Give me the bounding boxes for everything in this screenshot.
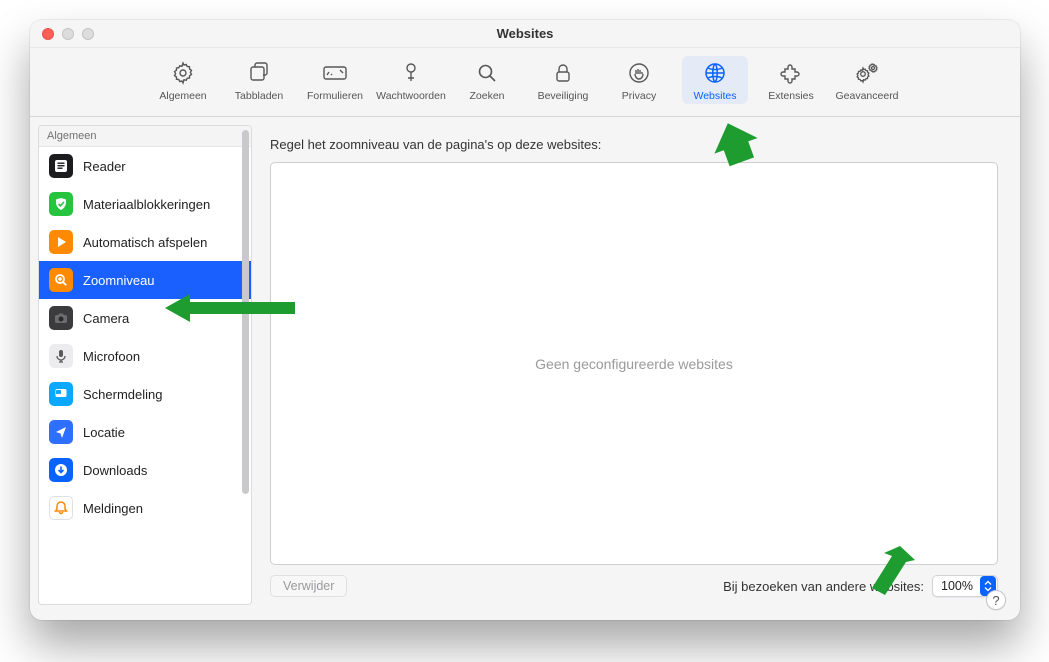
sidebar-item-label: Downloads — [83, 463, 147, 478]
panel-footer: Verwijder Bij bezoeken van andere websit… — [270, 575, 998, 597]
sidebar-item-label: Reader — [83, 159, 126, 174]
toolbar-label: Beveiliging — [538, 90, 589, 102]
hand-icon — [626, 60, 652, 86]
screenshare-icon — [49, 382, 73, 406]
toolbar-item-wachtwoorden[interactable]: Wachtwoorden — [378, 56, 444, 104]
content-area: Algemeen Reader Materiaalblokkeringen — [30, 117, 1020, 613]
toolbar-item-formulieren[interactable]: Formulieren — [302, 56, 368, 104]
sidebar-item-reader[interactable]: Reader — [39, 147, 251, 185]
sidebar-item-label: Locatie — [83, 425, 125, 440]
preferences-window: Websites Algemeen Tabbladen Formulieren — [30, 20, 1020, 620]
zoom-icon — [49, 268, 73, 292]
toolbar-label: Formulieren — [307, 90, 363, 102]
tabs-icon — [246, 60, 272, 86]
sidebar-item-downloads[interactable]: Downloads — [39, 451, 251, 489]
toolbar-label: Tabbladen — [235, 90, 283, 102]
toolbar-label: Zoeken — [469, 90, 504, 102]
camera-icon — [49, 306, 73, 330]
toolbar-item-tabbladen[interactable]: Tabbladen — [226, 56, 292, 104]
sidebar-item-camera[interactable]: Camera — [39, 299, 251, 337]
toolbar-label: Algemeen — [159, 90, 206, 102]
sidebar-item-label: Schermdeling — [83, 387, 163, 402]
reader-icon — [49, 154, 73, 178]
sidebar-item-microfoon[interactable]: Microfoon — [39, 337, 251, 375]
search-icon — [474, 60, 500, 86]
help-glyph: ? — [992, 593, 999, 608]
lock-icon — [550, 60, 576, 86]
sidebar-section-header: Algemeen — [39, 126, 251, 147]
sidebar-item-label: Meldingen — [83, 501, 143, 516]
remove-button[interactable]: Verwijder — [270, 575, 347, 597]
sidebar-item-zoomniveau[interactable]: Zoomniveau — [39, 261, 251, 299]
main-panel: Regel het zoomniveau van de pagina's op … — [252, 117, 1020, 613]
toolbar-item-extensies[interactable]: Extensies — [758, 56, 824, 104]
toolbar-item-algemeen[interactable]: Algemeen — [150, 56, 216, 104]
sidebar-item-label: Camera — [83, 311, 129, 326]
puzzle-icon — [778, 60, 804, 86]
sidebar-item-label: Microfoon — [83, 349, 140, 364]
sidebar-item-label: Automatisch afspelen — [83, 235, 207, 250]
sidebar-item-meldingen[interactable]: Meldingen — [39, 489, 251, 527]
sidebar-list-container: Algemeen Reader Materiaalblokkeringen — [38, 125, 252, 605]
toolbar-label: Privacy — [622, 90, 656, 102]
help-button[interactable]: ? — [986, 590, 1006, 610]
other-websites-label: Bij bezoeken van andere websites: — [723, 579, 924, 594]
sidebar-scrollbar[interactable] — [242, 130, 249, 494]
gears-icon — [854, 60, 880, 86]
autofill-icon — [322, 60, 348, 86]
toolbar-label: Geavanceerd — [835, 90, 898, 102]
download-icon — [49, 458, 73, 482]
toolbar-label: Wachtwoorden — [376, 90, 446, 102]
shield-icon — [49, 192, 73, 216]
titlebar: Websites — [30, 20, 1020, 48]
toolbar-item-zoeken[interactable]: Zoeken — [454, 56, 520, 104]
toolbar-label: Websites — [694, 90, 737, 102]
toolbar-label: Extensies — [768, 90, 814, 102]
panel-header: Regel het zoomniveau van de pagina's op … — [270, 137, 998, 152]
toolbar-item-beveiliging[interactable]: Beveiliging — [530, 56, 596, 104]
key-icon — [398, 60, 424, 86]
configured-websites-list[interactable]: Geen geconfigureerde websites — [270, 162, 998, 565]
toolbar-item-websites[interactable]: Websites — [682, 56, 748, 104]
toolbar-item-privacy[interactable]: Privacy — [606, 56, 672, 104]
sidebar-item-label: Zoomniveau — [83, 273, 155, 288]
bell-icon — [49, 496, 73, 520]
zoom-level-value: 100% — [933, 579, 979, 593]
default-zoom-control: Bij bezoeken van andere websites: 100% — [723, 575, 998, 597]
sidebar-list: Reader Materiaalblokkeringen Automatisch… — [39, 147, 251, 527]
gear-icon — [170, 60, 196, 86]
sidebar-item-label: Materiaalblokkeringen — [83, 197, 210, 212]
sidebar-item-schermdeling[interactable]: Schermdeling — [39, 375, 251, 413]
globe-icon — [702, 60, 728, 86]
toolbar-item-geavanceerd[interactable]: Geavanceerd — [834, 56, 900, 104]
play-icon — [49, 230, 73, 254]
empty-state-text: Geen geconfigureerde websites — [535, 356, 733, 372]
location-icon — [49, 420, 73, 444]
preferences-toolbar: Algemeen Tabbladen Formulieren Wachtwoor… — [30, 48, 1020, 117]
sidebar-item-locatie[interactable]: Locatie — [39, 413, 251, 451]
sidebar-item-automatisch-afspelen[interactable]: Automatisch afspelen — [39, 223, 251, 261]
sidebar: Algemeen Reader Materiaalblokkeringen — [30, 117, 252, 613]
window-title: Websites — [30, 26, 1020, 41]
microphone-icon — [49, 344, 73, 368]
sidebar-item-materiaalblokkeringen[interactable]: Materiaalblokkeringen — [39, 185, 251, 223]
